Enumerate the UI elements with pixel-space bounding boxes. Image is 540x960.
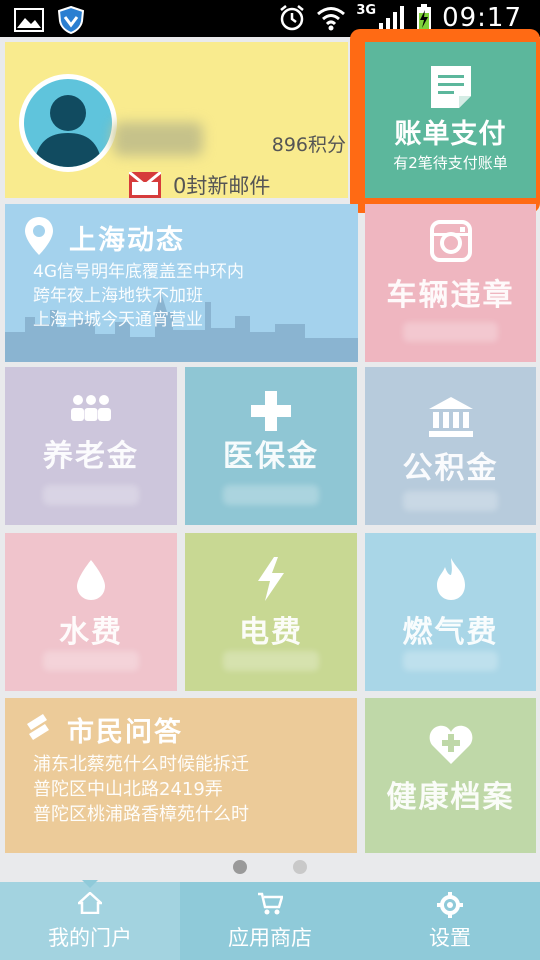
qa-title: 市民问答: [67, 717, 183, 748]
qa-item[interactable]: 普陀区中山北路2419弄: [33, 777, 249, 802]
blurred-detail: [402, 322, 499, 342]
gas-bill-tile[interactable]: 燃气费: [365, 533, 536, 691]
people-icon-wrap: [5, 393, 177, 423]
housing-fund-tile[interactable]: 公积金: [365, 367, 536, 525]
gear-icon-wrap: [360, 892, 540, 918]
gallery-notification-icon: [14, 8, 44, 32]
electricity-bill-label: 电费: [239, 615, 303, 650]
blurred-detail: [402, 491, 499, 511]
health-records-label: 健康档案: [386, 780, 515, 815]
nav-label: 设置: [429, 926, 471, 950]
user-silhouette-icon: [34, 95, 102, 167]
signal-icon: [379, 6, 405, 30]
news-item[interactable]: 4G信号明年底覆盖至中环内: [33, 260, 244, 284]
gear-icon: [437, 892, 463, 918]
electricity-bill-tile[interactable]: 电费: [185, 533, 357, 691]
avatar[interactable]: [19, 74, 117, 172]
alarm-icon: [280, 5, 305, 31]
blurred-detail: [402, 651, 499, 671]
shield-notification-icon: [58, 6, 84, 34]
medical-insurance-tile[interactable]: 医保金: [185, 367, 357, 525]
news-title: 上海动态: [69, 225, 185, 256]
username-blurred: [113, 122, 203, 156]
active-indicator: [82, 880, 98, 888]
heart-plus-icon-wrap: [365, 724, 536, 764]
pension-tile[interactable]: 养老金: [5, 367, 177, 525]
news-item[interactable]: 上海书城今天通宵营业: [33, 308, 244, 332]
gas-bill-label: 燃气费: [402, 615, 499, 650]
blurred-detail: [42, 485, 140, 505]
bottom-navigation: 我的门户 应用商店 设置: [0, 880, 540, 960]
lightning-icon-wrap: [185, 557, 357, 601]
news-list: 4G信号明年底覆盖至中环内 跨年夜上海地铁不加班 上海书城今天通宵营业: [33, 260, 244, 332]
bank-icon: [428, 397, 473, 437]
home-icon: [78, 892, 102, 914]
pension-label: 养老金: [43, 439, 139, 474]
flame-icon-wrap: [365, 557, 536, 601]
page-dot-active[interactable]: [233, 860, 247, 874]
bill-document-icon: [430, 66, 471, 108]
page-indicator: [0, 860, 540, 882]
battery-charging-icon: [417, 4, 432, 31]
bank-icon-wrap: [365, 397, 536, 437]
bill-title: 账单支付: [394, 119, 507, 150]
points-label[interactable]: 896积分: [272, 130, 346, 157]
cart-icon: [258, 892, 283, 915]
nav-label: 我的门户: [48, 926, 132, 950]
qa-swap-icon: [27, 714, 49, 740]
cart-icon-wrap: [180, 892, 360, 916]
water-drop-icon-wrap: [5, 559, 177, 601]
bill-payment-tile[interactable]: 账单支付 有2笔待支付账单: [365, 42, 536, 198]
shanghai-news-tile[interactable]: 上海动态 4G信号明年底覆盖至中环内 跨年夜上海地铁不加班 上海书城今天通宵营业: [5, 204, 358, 362]
water-bill-tile[interactable]: 水费: [5, 533, 177, 691]
citizen-qa-tile[interactable]: 市民问答 浦东北蔡苑什么时候能拆迁 普陀区中山北路2419弄 普陀区桃浦路香樟苑…: [5, 698, 357, 853]
housing-fund-label: 公积金: [402, 451, 499, 486]
location-pin-icon: [25, 217, 53, 255]
nav-settings[interactable]: 设置: [360, 882, 540, 960]
qa-item[interactable]: 浦东北蔡苑什么时候能拆迁: [33, 752, 249, 777]
news-item[interactable]: 跨年夜上海地铁不加班: [33, 284, 244, 308]
blurred-detail: [222, 485, 320, 505]
wifi-icon: [317, 7, 346, 31]
blurred-detail: [222, 651, 320, 671]
mail-count: 0封新邮件: [173, 174, 271, 198]
medical-insurance-label: 医保金: [223, 439, 319, 474]
network-type: 3G: [356, 2, 377, 18]
people-icon: [71, 395, 111, 421]
nav-app-store[interactable]: 应用商店: [180, 882, 360, 960]
profile-card[interactable]: 896积分 0封新邮件: [5, 42, 348, 198]
lightning-icon: [258, 557, 284, 601]
qa-list: 浦东北蔡苑什么时候能拆迁 普陀区中山北路2419弄 普陀区桃浦路香樟苑什么时: [33, 752, 249, 827]
bill-subtitle: 有2笔待支付账单: [393, 154, 508, 172]
blurred-detail: [42, 651, 140, 671]
vehicle-violation-tile[interactable]: 车辆违章: [365, 204, 536, 362]
nav-my-portal[interactable]: 我的门户: [0, 880, 180, 960]
mail-status[interactable]: 0封新邮件: [129, 170, 270, 198]
bill-icon-wrap: [365, 64, 536, 110]
mail-icon: [129, 172, 161, 198]
page-dot[interactable]: [293, 860, 307, 874]
medical-plus-icon: [251, 391, 291, 431]
home-icon-wrap: [0, 892, 180, 914]
plus-icon-wrap: [185, 391, 357, 431]
water-drop-icon: [77, 560, 105, 600]
vehicle-violation-label: 车辆违章: [386, 278, 515, 313]
water-bill-label: 水费: [59, 615, 123, 650]
camera-icon-wrap: [365, 220, 536, 262]
qa-item[interactable]: 普陀区桃浦路香樟苑什么时: [33, 802, 249, 827]
flame-icon: [436, 558, 465, 600]
health-records-tile[interactable]: 健康档案: [365, 698, 536, 853]
camera-icon: [429, 220, 472, 262]
heart-plus-icon: [429, 725, 472, 764]
nav-label: 应用商店: [228, 926, 312, 950]
